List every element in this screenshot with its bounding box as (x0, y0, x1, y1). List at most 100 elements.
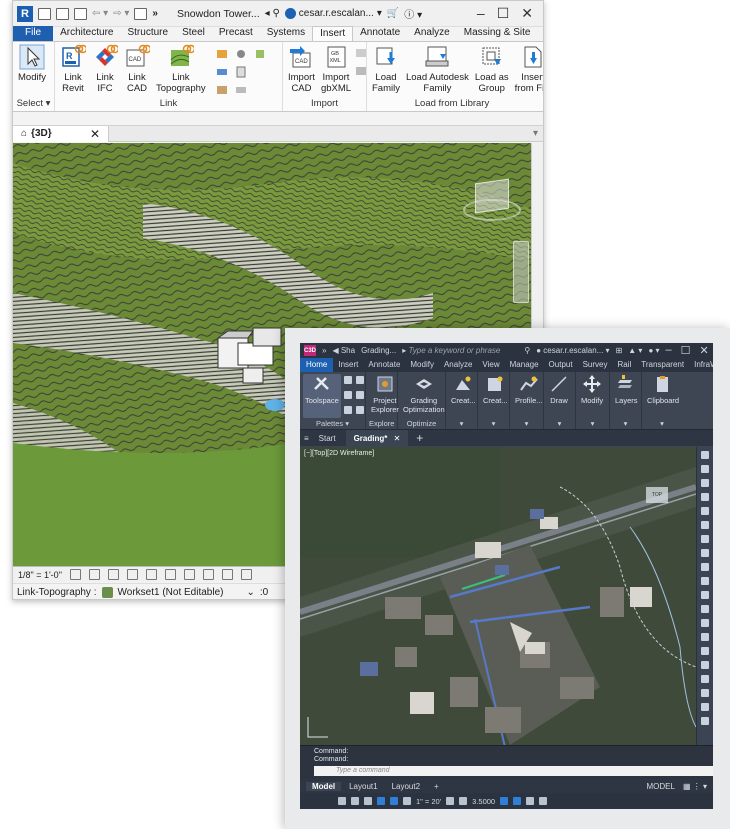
maximize-button[interactable]: ☐ (497, 5, 510, 22)
isolate-icon[interactable] (500, 797, 509, 805)
settings-icon[interactable] (355, 376, 364, 384)
tool-icon-9[interactable] (701, 563, 709, 571)
maximize-button[interactable]: ☐ (681, 344, 691, 357)
more-qat-icon[interactable]: » (152, 8, 158, 19)
model-tab[interactable]: Model (306, 781, 342, 791)
create-ground-button[interactable]: Creat... (449, 374, 478, 418)
tab-modify[interactable]: Modify (405, 358, 439, 372)
create-design-button[interactable]: Creat... (481, 374, 510, 418)
show-crop-icon[interactable] (183, 569, 195, 580)
chevron-down-icon[interactable]: ⌄ (246, 587, 254, 598)
tab-insert[interactable]: Insert (333, 358, 363, 372)
link-revit-button[interactable]: R Link Revit (58, 44, 88, 97)
more-qat-icon[interactable]: » (322, 346, 326, 355)
link-topography-button[interactable]: Link Topography (154, 44, 208, 97)
tab-massing-site[interactable]: Massing & Site (457, 26, 538, 41)
save-icon[interactable] (56, 7, 69, 20)
view-tab-3d[interactable]: ⌂ {3D} ✕ (13, 125, 109, 142)
polar-icon[interactable] (364, 797, 372, 805)
hide-isolate-icon[interactable] (221, 569, 233, 580)
otrack-icon[interactable] (390, 797, 398, 805)
properties-icon[interactable] (343, 376, 352, 384)
search-icon[interactable]: ⚲ (524, 346, 530, 355)
tab-precast[interactable]: Precast (212, 26, 260, 41)
select-dropdown[interactable]: Select ▾ (16, 97, 51, 111)
grading-optimization-button[interactable]: Grading Optimization (401, 374, 447, 418)
tool-icon-10[interactable] (701, 577, 709, 585)
redo-icon[interactable]: ⇨ ▾ (113, 8, 129, 19)
cloud-link-icon[interactable] (235, 84, 247, 96)
cart-icon[interactable]: 🛒 (387, 8, 399, 19)
civil3d-app-logo[interactable]: C3D (304, 345, 317, 356)
tab-insert[interactable]: Insert (312, 26, 354, 41)
customize-icon[interactable] (539, 797, 548, 805)
import-family-types-icon[interactable] (355, 65, 367, 77)
panel-clipboard-title[interactable]: ▾ (645, 418, 679, 429)
tool-icon-16[interactable] (701, 661, 709, 669)
minimize-button[interactable]: – (477, 5, 485, 22)
panel-draw-title[interactable]: ▾ (547, 418, 572, 429)
profile-button[interactable]: Profile... (513, 374, 545, 418)
help-icon[interactable]: ● ▾ (648, 346, 659, 355)
detail-level-icon[interactable] (69, 569, 81, 580)
close-button[interactable]: ✕ (521, 5, 533, 22)
notes-icon[interactable] (343, 406, 352, 414)
model-space-button[interactable]: MODEL (647, 782, 681, 791)
tool-icon-19[interactable] (701, 703, 709, 711)
tool-icon-20[interactable] (701, 717, 709, 725)
layer-props-icon[interactable] (343, 391, 352, 399)
tab-architecture[interactable]: Architecture (53, 26, 120, 41)
help-icon[interactable]: ⓘ ▾ (404, 6, 422, 21)
shadows-icon[interactable] (126, 569, 138, 580)
tool-icon-8[interactable] (701, 549, 709, 557)
tab-annotate[interactable]: Annotate (363, 358, 405, 372)
decal-icon[interactable] (216, 48, 228, 60)
import-image-icon[interactable] (355, 47, 367, 59)
link-ifc-button[interactable]: Link IFC (90, 44, 120, 97)
grid-icon[interactable]: ▦ ⋮ ▾ (683, 782, 713, 791)
snap-icon[interactable] (338, 797, 346, 805)
tool-icon-3[interactable] (701, 479, 709, 487)
tool-icon-17[interactable] (701, 675, 709, 683)
lock-view-icon[interactable] (202, 569, 214, 580)
plus-icon[interactable] (459, 797, 468, 805)
tab-file[interactable]: File (13, 26, 54, 41)
tab-transparent[interactable]: Transparent (636, 358, 689, 372)
layers-button[interactable]: Layers (613, 374, 640, 418)
tab-survey[interactable]: Survey (578, 358, 613, 372)
search-box[interactable]: ▸ Type a keyword or phrase (402, 346, 500, 355)
table-icon[interactable] (355, 391, 364, 399)
view-scale[interactable]: 1/8" = 1'-0" (18, 570, 62, 580)
reveal-hidden-icon[interactable] (240, 569, 252, 580)
open-file-icon[interactable] (38, 7, 51, 20)
modify-button[interactable]: Modify (579, 374, 605, 418)
minimize-button[interactable]: – (666, 344, 672, 357)
sun-path-icon[interactable] (107, 569, 119, 580)
viewcube-compass[interactable] (463, 199, 521, 221)
render-icon[interactable] (145, 569, 157, 580)
more-tabs-icon[interactable]: » ⊡ ▾ (537, 26, 543, 41)
link-cad-button[interactable]: CAD Link CAD (122, 44, 152, 97)
command-input[interactable]: Type a command (314, 766, 713, 776)
tool-icon-4[interactable] (701, 493, 709, 501)
tab-infraworks[interactable]: InfraWorks (689, 358, 713, 372)
start-tab[interactable]: Start (311, 430, 344, 447)
tab-view[interactable]: View (477, 358, 504, 372)
hardware-accel-icon[interactable] (513, 797, 522, 805)
tab-rail[interactable]: Rail (612, 358, 636, 372)
grading-tab[interactable]: Grading* ✕ (345, 429, 409, 447)
tool-icon-11[interactable] (701, 591, 709, 599)
tool-icon-15[interactable] (701, 647, 709, 655)
import-gbxml-button[interactable]: GB XML Import gbXML (319, 44, 353, 97)
tool-icon-13[interactable] (701, 619, 709, 627)
annotation-icon[interactable] (403, 797, 411, 805)
annotation-scale[interactable]: 1" = 20' (416, 797, 441, 806)
workspace-icon[interactable] (446, 797, 455, 805)
close-tab-icon[interactable]: ✕ (394, 434, 401, 443)
tool-icon-5[interactable] (701, 507, 709, 515)
add-layout-button[interactable]: + (428, 782, 445, 791)
close-view-icon[interactable]: ✕ (90, 127, 100, 141)
panel-profile-title[interactable]: ▾ (513, 418, 540, 429)
user-menu[interactable]: ● cesar.r.escalan... ▾ (536, 346, 609, 355)
modify-button[interactable]: Modify (16, 44, 48, 97)
